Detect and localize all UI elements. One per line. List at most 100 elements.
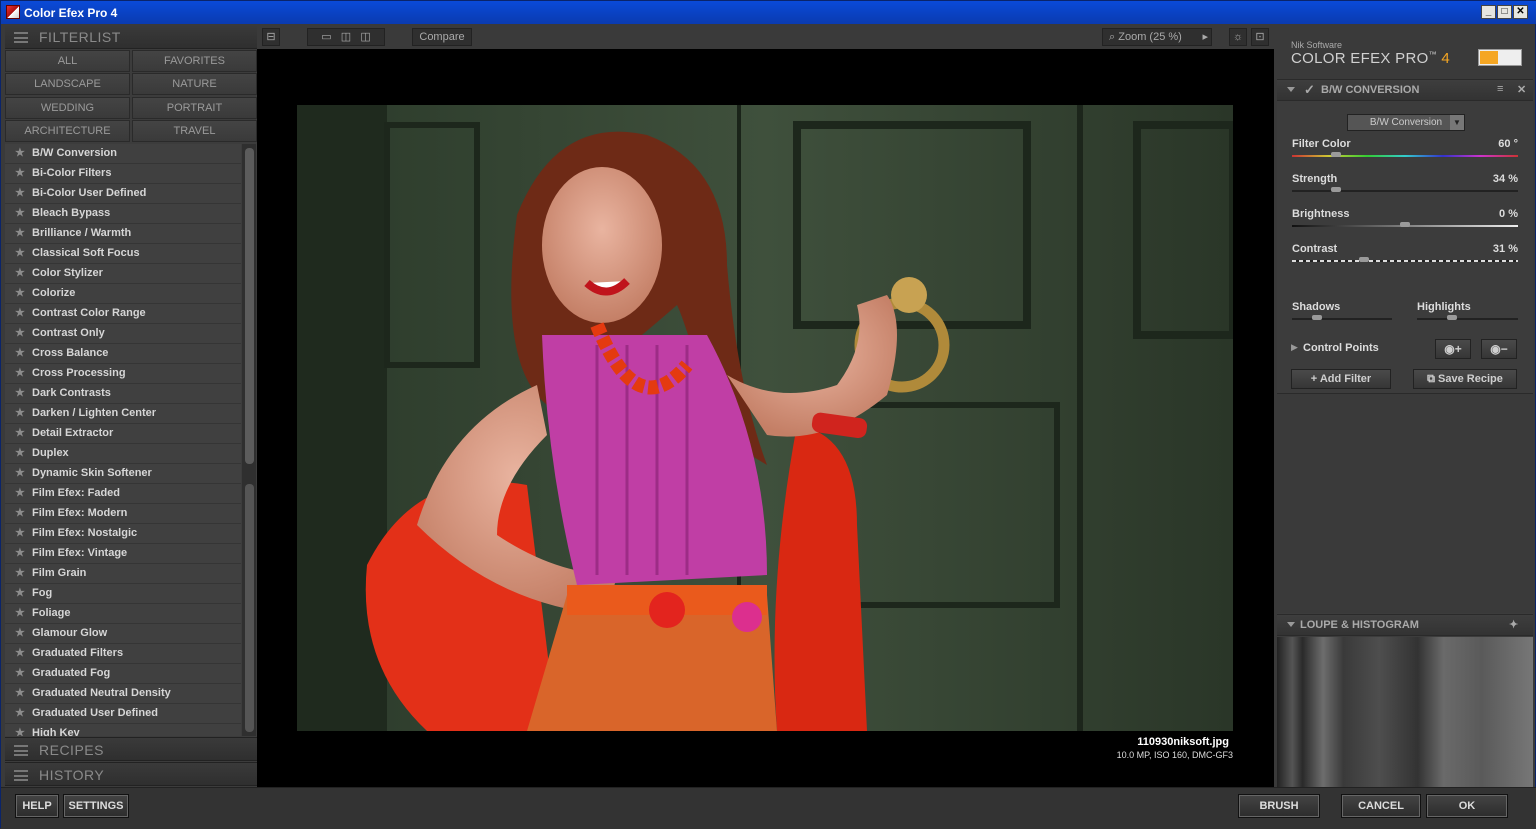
bulb-icon[interactable]: ☼ bbox=[1229, 28, 1247, 46]
slider-contrast[interactable]: Contrast31 % bbox=[1292, 243, 1518, 273]
favorite-star-icon[interactable]: ★ bbox=[15, 704, 25, 723]
maximize-button[interactable]: □ bbox=[1497, 5, 1512, 19]
category-wedding[interactable]: WEDDING bbox=[5, 97, 130, 119]
chevron-down-icon[interactable]: ▼ bbox=[1450, 115, 1464, 130]
remove-filter-icon[interactable]: ✕ bbox=[1517, 83, 1526, 96]
filter-item[interactable]: ★Bi-Color User Defined bbox=[5, 184, 241, 204]
collapse-triangle-icon[interactable] bbox=[1287, 87, 1295, 92]
category-all[interactable]: ALL bbox=[5, 50, 130, 72]
expand-icon[interactable]: ⊡ bbox=[1251, 28, 1269, 46]
favorite-star-icon[interactable]: ★ bbox=[15, 524, 25, 543]
filter-item[interactable]: ★Foliage bbox=[5, 604, 241, 624]
add-control-point-button[interactable]: ◉+ bbox=[1435, 339, 1471, 359]
favorite-star-icon[interactable]: ★ bbox=[15, 584, 25, 603]
toggle-panel-icon[interactable]: ⊟ bbox=[262, 28, 280, 46]
favorite-star-icon[interactable]: ★ bbox=[15, 144, 25, 163]
favorite-star-icon[interactable]: ★ bbox=[15, 564, 25, 583]
loupe-section-header[interactable]: LOUPE & HISTOGRAM ✦ bbox=[1277, 614, 1533, 636]
save-recipe-button[interactable]: ⧉ Save Recipe bbox=[1413, 369, 1517, 389]
bw-method-dropdown[interactable]: B/W Conversion ▼ bbox=[1347, 114, 1465, 131]
filter-item[interactable]: ★Glamour Glow bbox=[5, 624, 241, 644]
cancel-button[interactable]: CANCEL bbox=[1341, 794, 1421, 818]
favorite-star-icon[interactable]: ★ bbox=[15, 364, 25, 383]
slider-track[interactable] bbox=[1292, 155, 1518, 157]
favorite-star-icon[interactable]: ★ bbox=[15, 684, 25, 703]
favorite-star-icon[interactable]: ★ bbox=[15, 324, 25, 343]
side-by-side-view-icon[interactable]: ◫ bbox=[360, 31, 370, 43]
settings-button[interactable]: SETTINGS bbox=[63, 794, 129, 818]
loupe-preview[interactable] bbox=[1277, 637, 1533, 787]
favorite-star-icon[interactable]: ★ bbox=[15, 164, 25, 183]
filter-item[interactable]: ★Contrast Color Range bbox=[5, 304, 241, 324]
collapse-triangle-icon[interactable] bbox=[1287, 622, 1295, 627]
filter-menu-icon[interactable]: ≡ bbox=[1497, 83, 1503, 95]
favorite-star-icon[interactable]: ★ bbox=[15, 344, 25, 363]
filter-item[interactable]: ★Colorize bbox=[5, 284, 241, 304]
control-points-row[interactable]: ▶ Control Points ◉+ ◉− bbox=[1277, 339, 1533, 359]
zoom-arrow-icon[interactable]: ▸ bbox=[1202, 29, 1208, 45]
add-filter-button[interactable]: + Add Filter bbox=[1291, 369, 1391, 389]
filter-item[interactable]: ★Graduated Filters bbox=[5, 644, 241, 664]
favorite-star-icon[interactable]: ★ bbox=[15, 644, 25, 663]
minimize-button[interactable]: _ bbox=[1481, 5, 1496, 19]
slider-track[interactable] bbox=[1292, 190, 1518, 192]
filter-item[interactable]: ★Dynamic Skin Softener bbox=[5, 464, 241, 484]
filter-item[interactable]: ★Dark Contrasts bbox=[5, 384, 241, 404]
zoom-control[interactable]: ⌕ Zoom (25 %) ▸ bbox=[1102, 28, 1212, 46]
category-favorites[interactable]: FAVORITES bbox=[132, 50, 257, 72]
favorite-star-icon[interactable]: ★ bbox=[15, 224, 25, 243]
category-nature[interactable]: NATURE bbox=[132, 73, 257, 95]
filter-item[interactable]: ★Duplex bbox=[5, 444, 241, 464]
filter-section-header[interactable]: ✓ B/W CONVERSION ≡ ✕ bbox=[1277, 79, 1533, 101]
shadows-knob[interactable] bbox=[1312, 315, 1322, 320]
favorite-star-icon[interactable]: ★ bbox=[15, 464, 25, 483]
close-button[interactable]: ✕ bbox=[1513, 5, 1528, 19]
compare-button[interactable]: Compare bbox=[412, 28, 472, 46]
favorite-star-icon[interactable]: ★ bbox=[15, 484, 25, 503]
filter-item[interactable]: ★Film Efex: Faded bbox=[5, 484, 241, 504]
favorite-star-icon[interactable]: ★ bbox=[15, 204, 25, 223]
filter-item[interactable]: ★Brilliance / Warmth bbox=[5, 224, 241, 244]
slider-knob[interactable] bbox=[1359, 257, 1369, 262]
filter-item[interactable]: ★Film Grain bbox=[5, 564, 241, 584]
brush-button[interactable]: BRUSH bbox=[1238, 794, 1320, 818]
favorite-star-icon[interactable]: ★ bbox=[15, 444, 25, 463]
favorite-star-icon[interactable]: ★ bbox=[15, 244, 25, 263]
filter-item[interactable]: ★Graduated Neutral Density bbox=[5, 684, 241, 704]
shadows-slider[interactable]: Shadows bbox=[1292, 301, 1392, 331]
filter-item[interactable]: ★Classical Soft Focus bbox=[5, 244, 241, 264]
filter-item[interactable]: ★Graduated Fog bbox=[5, 664, 241, 684]
filter-item[interactable]: ★Detail Extractor bbox=[5, 424, 241, 444]
filter-item[interactable]: ★Graduated User Defined bbox=[5, 704, 241, 724]
slider-track[interactable] bbox=[1292, 260, 1518, 262]
slider-knob[interactable] bbox=[1331, 187, 1341, 192]
history-header[interactable]: HISTORY bbox=[5, 762, 257, 786]
filter-item[interactable]: ★Film Efex: Vintage bbox=[5, 544, 241, 564]
favorite-star-icon[interactable]: ★ bbox=[15, 264, 25, 283]
filter-item[interactable]: ★Film Efex: Modern bbox=[5, 504, 241, 524]
filter-item[interactable]: ★Bi-Color Filters bbox=[5, 164, 241, 184]
filter-item[interactable]: ★High Key bbox=[5, 724, 241, 736]
slider-knob[interactable] bbox=[1331, 152, 1341, 157]
favorite-star-icon[interactable]: ★ bbox=[15, 664, 25, 683]
filter-item[interactable]: ★Cross Balance bbox=[5, 344, 241, 364]
category-architecture[interactable]: ARCHITECTURE bbox=[5, 120, 130, 142]
filter-list-scrollbar[interactable] bbox=[242, 144, 256, 736]
slider-filter-color[interactable]: Filter Color60 ° bbox=[1292, 138, 1518, 168]
slider-brightness[interactable]: Brightness0 % bbox=[1292, 208, 1518, 238]
single-view-icon[interactable]: ▭ bbox=[321, 31, 331, 43]
highlights-knob[interactable] bbox=[1447, 315, 1457, 320]
category-portrait[interactable]: PORTRAIT bbox=[132, 97, 257, 119]
expand-triangle-icon[interactable]: ▶ bbox=[1291, 342, 1298, 353]
scrollbar-track-lower[interactable] bbox=[245, 484, 254, 732]
favorite-star-icon[interactable]: ★ bbox=[15, 384, 25, 403]
favorite-star-icon[interactable]: ★ bbox=[15, 284, 25, 303]
category-landscape[interactable]: LANDSCAPE bbox=[5, 73, 130, 95]
favorite-star-icon[interactable]: ★ bbox=[15, 504, 25, 523]
category-travel[interactable]: TRAVEL bbox=[132, 120, 257, 142]
slider-knob[interactable] bbox=[1400, 222, 1410, 227]
slider-strength[interactable]: Strength34 % bbox=[1292, 173, 1518, 203]
filter-item[interactable]: ★Bleach Bypass bbox=[5, 204, 241, 224]
favorite-star-icon[interactable]: ★ bbox=[15, 624, 25, 643]
preview-image[interactable] bbox=[297, 105, 1233, 731]
